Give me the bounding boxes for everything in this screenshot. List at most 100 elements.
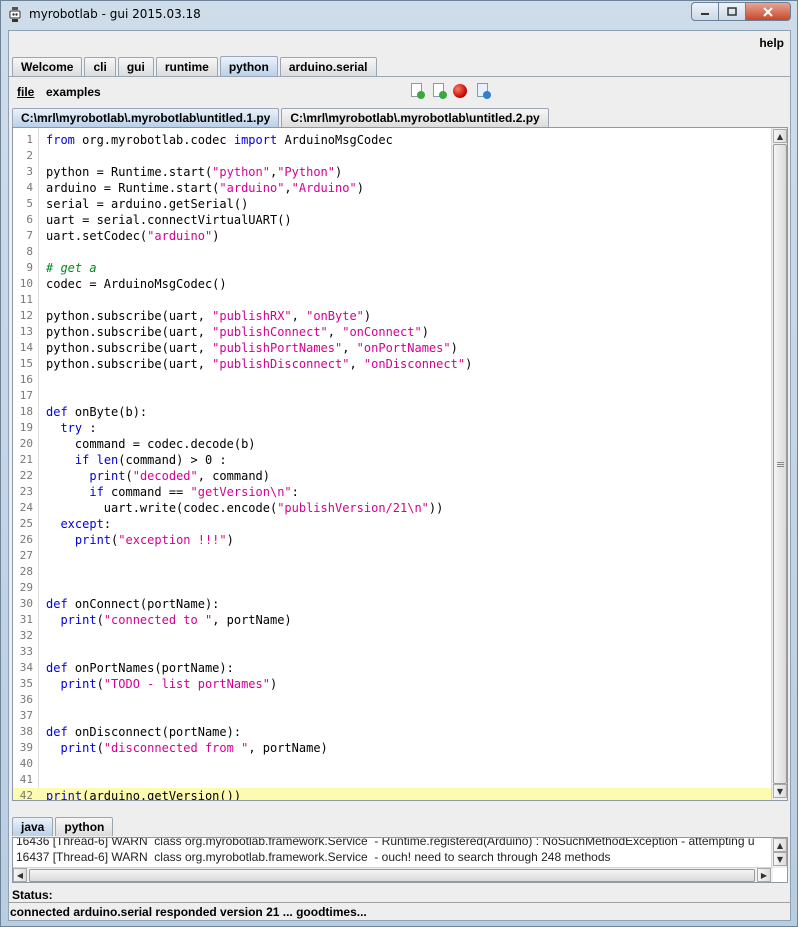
scroll-thumb[interactable] <box>773 144 787 784</box>
line-number: 38 <box>19 725 33 738</box>
line-number: 3 <box>26 165 33 178</box>
code-line[interactable]: 41 <box>13 772 771 788</box>
code-line[interactable]: 3 python = Runtime.start("python","Python… <box>13 164 771 180</box>
code-line[interactable]: 1 from org.myrobotlab.codec import Arduin… <box>13 132 771 148</box>
code-line[interactable]: 29 <box>13 580 771 596</box>
close-button[interactable] <box>745 2 791 21</box>
minimize-button[interactable] <box>691 2 718 21</box>
code-line[interactable]: 34 def onPortNames(portName): <box>13 660 771 676</box>
code-line[interactable]: 28 <box>13 564 771 580</box>
log-console[interactable]: 16436 [Thread-6] WARN class org.myrobotl… <box>12 837 788 883</box>
tab-untitled-2[interactable]: C:\mrl\myrobotlab\.myrobotlab\untitled.2… <box>281 108 549 127</box>
code-line[interactable]: 16 <box>13 372 771 388</box>
minimize-icon <box>701 12 709 15</box>
code-line[interactable]: 36 <box>13 692 771 708</box>
code-line[interactable]: 15 python.subscribe(uart, "publishDisconn… <box>13 356 771 372</box>
tab-gui[interactable]: gui <box>117 57 154 76</box>
new-script-icon[interactable] <box>409 83 425 99</box>
log-scroll-up-button[interactable]: ▲ <box>773 838 787 852</box>
line-number: 9 <box>26 261 33 274</box>
tab-untitled-1[interactable]: C:\mrl\myrobotlab\.myrobotlab\untitled.1… <box>12 108 280 127</box>
log-scroll-down-button[interactable]: ▼ <box>773 852 787 866</box>
code-line[interactable]: 42 print(arduino.getVersion()) <box>13 788 771 801</box>
code-text: print("decoded", command) <box>89 469 270 483</box>
code-line[interactable]: 8 <box>13 244 771 260</box>
code-line[interactable]: 10 codec = ArduinoMsgCodec() <box>13 276 771 292</box>
tab-cli[interactable]: cli <box>84 57 116 76</box>
tab-welcome[interactable]: Welcome <box>12 57 83 76</box>
client-area: help Welcome cli gui runtime python ardu… <box>8 30 791 921</box>
code-editor[interactable]: 1 from org.myrobotlab.codec import Arduin… <box>12 127 788 801</box>
code-line[interactable]: 4 arduino = Runtime.start("arduino","Ardu… <box>13 180 771 196</box>
line-number: 32 <box>19 629 33 642</box>
code-line[interactable]: 20 command = codec.decode(b) <box>13 436 771 452</box>
code-line[interactable]: 18 def onByte(b): <box>13 404 771 420</box>
title-bar[interactable]: myrobotlab - gui 2015.03.18 <box>1 1 797 29</box>
tab-runtime[interactable]: runtime <box>155 57 218 76</box>
file-tabs: C:\mrl\myrobotlab\.myrobotlab\untitled.1… <box>12 108 551 127</box>
open-script-icon[interactable] <box>431 83 447 99</box>
tab-label: python <box>64 820 105 834</box>
code-line[interactable]: 19 try : <box>13 420 771 436</box>
line-number: 35 <box>19 677 33 690</box>
code-line[interactable]: 13 python.subscribe(uart, "publishConnect… <box>13 324 771 340</box>
code-line[interactable]: 33 <box>13 644 771 660</box>
tab-python[interactable]: python <box>219 56 278 76</box>
log-scroll-left-button[interactable]: ◀ <box>13 868 27 882</box>
code-area[interactable]: 1 from org.myrobotlab.codec import Arduin… <box>13 132 771 801</box>
code-line[interactable]: 14 python.subscribe(uart, "publishPortNam… <box>13 340 771 356</box>
code-line[interactable]: 6 uart = serial.connectVirtualUART() <box>13 212 771 228</box>
code-line[interactable]: 37 <box>13 708 771 724</box>
code-line[interactable]: 2 <box>13 148 771 164</box>
tab-arduino-serial[interactable]: arduino.serial <box>279 57 377 76</box>
code-text: print("connected to ", portName) <box>60 613 292 627</box>
line-number: 33 <box>19 645 33 658</box>
file-menu[interactable]: file <box>17 85 34 99</box>
line-number: 27 <box>19 549 33 562</box>
line-number: 20 <box>19 437 33 450</box>
execute-icon[interactable] <box>475 83 491 99</box>
log-horizontal-scrollbar[interactable]: ◀ ▶ <box>13 867 773 882</box>
editor-vertical-scrollbar[interactable]: ▲ ▼ <box>771 128 787 800</box>
log-line: 16437 [Thread-6] WARN class org.myrobotl… <box>16 850 611 864</box>
code-line[interactable]: 38 def onDisconnect(portName): <box>13 724 771 740</box>
help-menu[interactable]: help <box>759 36 784 50</box>
main-tabs: Welcome cli gui runtime python arduino.s… <box>12 56 379 76</box>
line-number: 5 <box>26 197 33 210</box>
code-line[interactable]: 9 # get a <box>13 260 771 276</box>
line-number: 31 <box>19 613 33 626</box>
code-line[interactable]: 32 <box>13 628 771 644</box>
log-hscroll-thumb[interactable] <box>29 869 755 882</box>
line-number: 14 <box>19 341 33 354</box>
maximize-button[interactable] <box>718 2 745 21</box>
python-menu-bar: file examples <box>9 79 790 103</box>
code-line[interactable]: 25 except: <box>13 516 771 532</box>
code-line[interactable]: 31 print("connected to ", portName) <box>13 612 771 628</box>
code-line[interactable]: 7 uart.setCodec("arduino") <box>13 228 771 244</box>
code-line[interactable]: 17 <box>13 388 771 404</box>
tab-python-console[interactable]: python <box>55 817 114 836</box>
code-line[interactable]: 5 serial = arduino.getSerial() <box>13 196 771 212</box>
code-line[interactable]: 21 if len(command) > 0 : <box>13 452 771 468</box>
log-vertical-scrollbar[interactable]: ▲ ▼ <box>771 838 787 868</box>
examples-menu[interactable]: examples <box>46 85 101 99</box>
code-line[interactable]: 23 if command == "getVersion\n": <box>13 484 771 500</box>
code-text: command = codec.decode(b) <box>46 437 256 451</box>
code-line[interactable]: 40 <box>13 756 771 772</box>
code-line[interactable]: 35 print("TODO - list portNames") <box>13 676 771 692</box>
code-line[interactable]: 27 <box>13 548 771 564</box>
code-line[interactable]: 12 python.subscribe(uart, "publishRX", "o… <box>13 308 771 324</box>
scroll-up-button[interactable]: ▲ <box>773 129 787 143</box>
code-line[interactable]: 30 def onConnect(portName): <box>13 596 771 612</box>
code-line[interactable]: 26 print("exception !!!") <box>13 532 771 548</box>
code-line[interactable]: 11 <box>13 292 771 308</box>
scroll-down-button[interactable]: ▼ <box>773 784 787 798</box>
code-line[interactable]: 22 print("decoded", command) <box>13 468 771 484</box>
log-scroll-right-button[interactable]: ▶ <box>757 868 771 882</box>
stop-icon[interactable] <box>453 83 469 99</box>
code-text: print(arduino.getVersion()) <box>46 789 242 801</box>
tab-java[interactable]: java <box>12 817 54 836</box>
code-text: if len(command) > 0 : <box>74 453 227 467</box>
code-line[interactable]: 24 uart.write(codec.encode("publishVersi… <box>13 500 771 516</box>
code-line[interactable]: 39 print("disconnected from ", portName) <box>13 740 771 756</box>
